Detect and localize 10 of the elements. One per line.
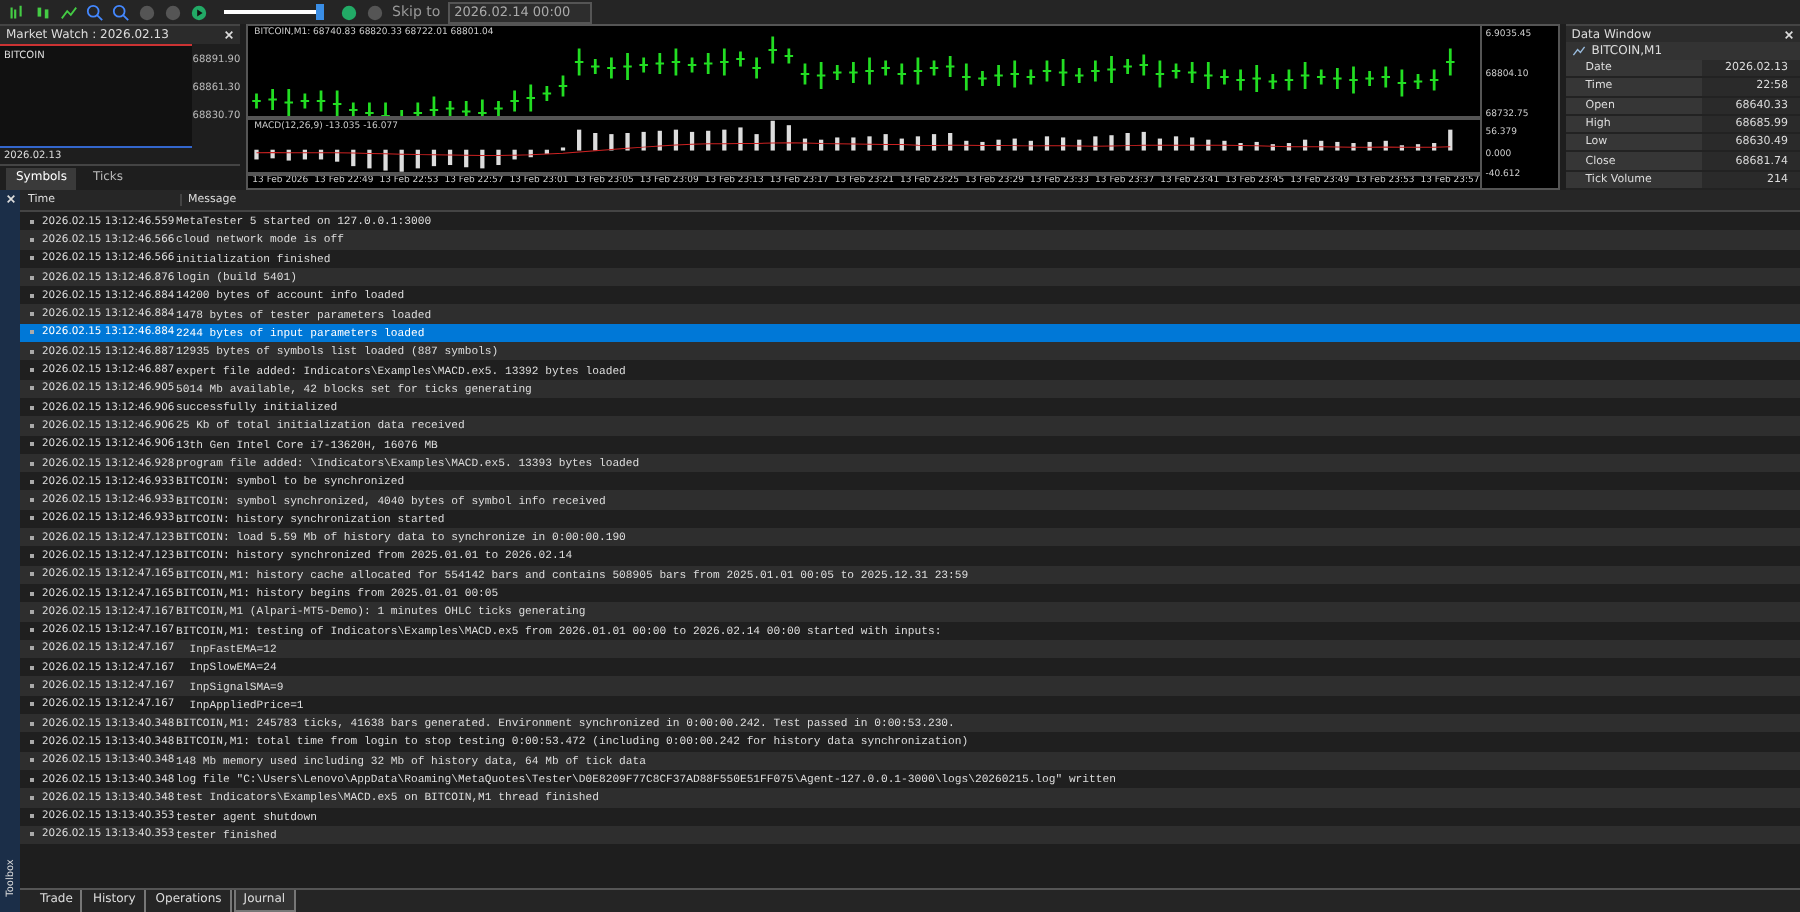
zoom-out-icon[interactable] (112, 3, 130, 21)
play-icon[interactable] (190, 3, 208, 21)
bar-chart-icon[interactable] (8, 3, 26, 21)
close-icon[interactable] (1784, 29, 1794, 39)
candlestick-icon[interactable] (34, 3, 52, 21)
close-icon[interactable] (224, 30, 235, 40)
line-chart-icon[interactable] (60, 3, 78, 21)
zoom-in-icon[interactable] (86, 3, 104, 21)
chart-icon (1571, 44, 1586, 59)
close-icon[interactable] (5, 194, 15, 204)
